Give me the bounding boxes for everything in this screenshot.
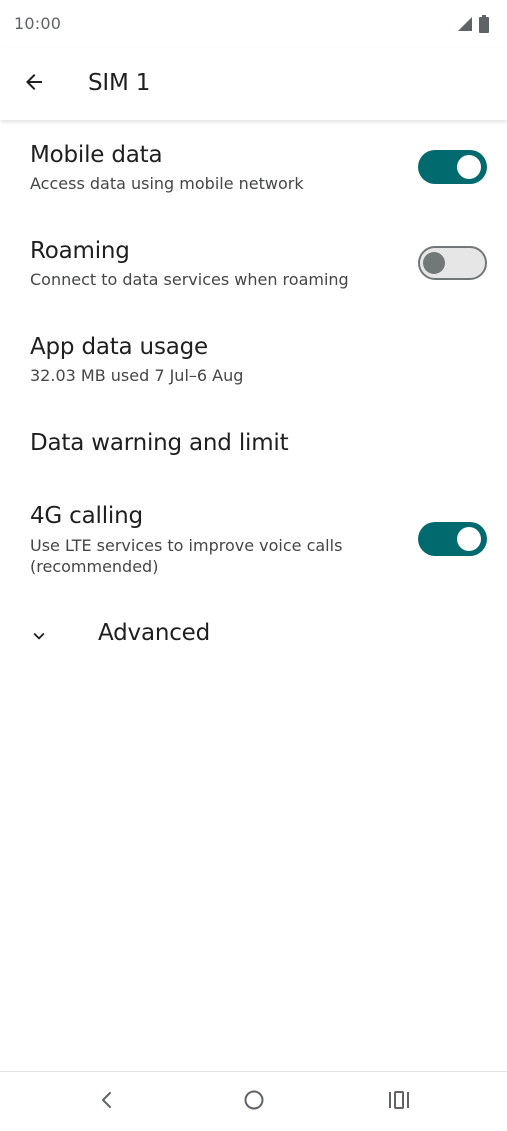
nav-home-button[interactable] [240,1088,268,1116]
roaming-summary: Connect to data services when roaming [30,270,349,289]
mobile-data-summary: Access data using mobile network [30,174,304,193]
mobile-data-switch[interactable] [418,150,487,184]
app-bar: SIM 1 [0,48,507,120]
back-nav-icon [97,1090,117,1114]
calling-4g-title: 4G calling [30,503,143,529]
nav-recents-button[interactable] [385,1088,413,1116]
roaming-switch[interactable] [418,246,487,280]
calling-4g-summary: Use LTE services to improve voice calls … [30,536,343,576]
mobile-data-setting[interactable]: Mobile data Access data using mobile net… [0,120,507,216]
app-data-usage-title: App data usage [30,334,208,360]
mobile-data-title: Mobile data [30,142,163,168]
switch-thumb [423,251,445,274]
home-nav-icon [243,1089,265,1115]
arrow-back-icon [22,70,46,98]
nav-back-button[interactable] [93,1088,121,1116]
data-warning-title: Data warning and limit [30,430,289,456]
roaming-setting[interactable]: Roaming Connect to data services when ro… [0,216,507,312]
advanced-setting[interactable] [0,600,507,670]
back-button[interactable] [16,66,52,102]
app-data-usage-setting[interactable]: App data usage 32.03 MB used 7 Jul–6 Aug [0,312,507,408]
recents-nav-icon [387,1089,411,1115]
status-bar: 10:00 [0,0,507,48]
switch-thumb [457,527,481,551]
status-time: 10:00 [14,14,62,33]
page-title: SIM 1 [88,70,151,96]
signal-icon [457,16,473,36]
calling-4g-setting[interactable]: 4G calling Use LTE services to improve v… [0,492,507,600]
data-warning-setting[interactable]: Data warning and limit [0,408,507,492]
chevron-down-icon [28,625,50,647]
app-data-usage-summary: 32.03 MB used 7 Jul–6 Aug [30,366,244,385]
navigation-bar [0,1071,507,1131]
switch-thumb [457,155,481,179]
roaming-title: Roaming [30,238,130,264]
calling-4g-switch[interactable] [418,522,487,556]
battery-icon [479,15,489,37]
status-icons [457,15,489,37]
advanced-label: Advanced [98,620,211,646]
